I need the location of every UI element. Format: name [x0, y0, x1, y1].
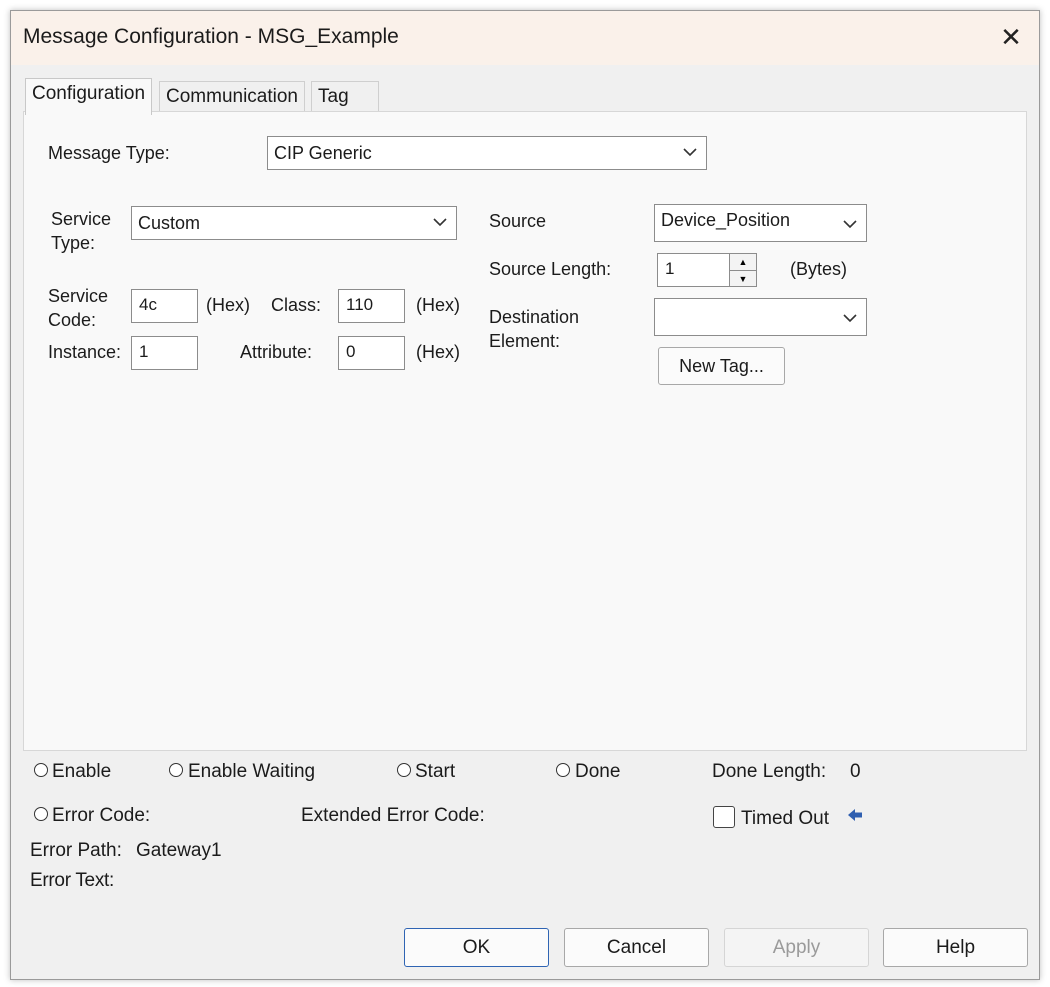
title-bar: Message Configuration - MSG_Example ✕ — [11, 11, 1039, 65]
tab-label: Tag — [318, 86, 349, 107]
done-label: Done — [575, 761, 621, 782]
close-button[interactable]: ✕ — [995, 21, 1027, 53]
source-value: Device_Position — [661, 210, 791, 230]
close-icon: ✕ — [1000, 22, 1022, 52]
class-label: Class: — [271, 295, 322, 315]
chevron-down-icon — [842, 313, 858, 323]
enable-waiting-indicator — [169, 763, 183, 777]
destination-element-label: Destination Element: — [489, 307, 580, 351]
window-title: Message Configuration - MSG_Example — [23, 25, 399, 48]
instance-label: Instance: — [48, 342, 122, 362]
source-length-label: Source Length: — [489, 259, 612, 279]
error-text-label: Error Text: — [30, 870, 114, 891]
tab-tag[interactable]: Tag — [311, 81, 379, 115]
service-type-select[interactable]: Custom — [131, 206, 457, 240]
class-value: 110 — [346, 295, 374, 314]
done-indicator — [556, 763, 570, 777]
message-type-label: Message Type: — [48, 143, 170, 163]
service-code-input[interactable]: 4c — [131, 289, 198, 323]
source-length-stepper[interactable]: ▲ ▼ — [729, 253, 757, 287]
error-code-label: Error Code: — [52, 805, 151, 826]
attribute-hex-label: (Hex) — [416, 342, 460, 362]
attribute-input[interactable]: 0 — [338, 336, 405, 370]
tab-label: Configuration — [32, 83, 146, 104]
error-path-label: Error Path: — [30, 840, 122, 861]
message-type-select[interactable]: CIP Generic — [267, 136, 707, 170]
instance-input[interactable]: 1 — [131, 336, 198, 370]
spin-down-icon[interactable]: ▼ — [730, 270, 756, 286]
configuration-panel: Message Type: CIP Generic Service Type: … — [23, 111, 1027, 751]
service-code-hex-label: (Hex) — [206, 295, 250, 315]
cancel-label: Cancel — [606, 937, 667, 958]
start-label: Start — [415, 761, 456, 782]
service-type-label: Service Type: — [51, 209, 112, 253]
tab-label: Communication — [166, 86, 298, 107]
enable-indicator — [34, 763, 48, 777]
source-length-input[interactable]: 1 — [657, 253, 731, 287]
cancel-button[interactable]: Cancel — [564, 928, 709, 967]
error-code-indicator — [34, 807, 48, 821]
attribute-label: Attribute: — [240, 342, 313, 362]
chevron-down-icon — [842, 219, 858, 229]
source-select[interactable]: Device_Position — [654, 204, 867, 242]
source-length-value: 1 — [665, 259, 675, 278]
message-type-value: CIP Generic — [274, 143, 372, 163]
apply-label: Apply — [772, 937, 821, 958]
attribute-value: 0 — [346, 342, 356, 361]
chevron-down-icon — [682, 147, 698, 157]
service-code-label: Service Code: — [48, 286, 109, 330]
tab-communication[interactable]: Communication — [159, 81, 305, 115]
help-button[interactable]: Help — [883, 928, 1028, 967]
bytes-label: (Bytes) — [790, 259, 848, 279]
service-type-value: Custom — [138, 213, 201, 233]
new-tag-label: New Tag... — [679, 356, 764, 376]
done-length-label: Done Length: — [712, 761, 827, 782]
new-tag-button[interactable]: New Tag... — [658, 347, 785, 385]
timed-out-label: Timed Out — [741, 808, 829, 829]
timed-out-checkbox[interactable] — [713, 806, 735, 828]
class-hex-label: (Hex) — [416, 295, 460, 315]
help-label: Help — [935, 937, 976, 958]
arrow-left-icon — [847, 808, 863, 827]
ok-button[interactable]: OK — [404, 928, 549, 967]
done-length-value: 0 — [850, 761, 861, 782]
error-path-value: Gateway1 — [136, 840, 222, 861]
message-configuration-dialog: Message Configuration - MSG_Example ✕ Co… — [10, 10, 1040, 980]
class-input[interactable]: 110 — [338, 289, 405, 323]
spin-up-icon[interactable]: ▲ — [730, 254, 756, 270]
source-label: Source — [489, 211, 547, 231]
instance-value: 1 — [139, 342, 149, 361]
destination-element-select[interactable] — [654, 298, 867, 336]
ok-label: OK — [462, 937, 491, 958]
extended-error-code-label: Extended Error Code: — [301, 805, 485, 826]
tab-configuration[interactable]: Configuration — [25, 78, 153, 115]
start-indicator — [397, 763, 411, 777]
enable-label: Enable — [52, 761, 112, 782]
enable-waiting-label: Enable Waiting — [188, 761, 316, 782]
apply-button[interactable]: Apply — [724, 928, 869, 967]
service-code-value: 4c — [139, 295, 157, 314]
chevron-down-icon — [432, 217, 448, 227]
